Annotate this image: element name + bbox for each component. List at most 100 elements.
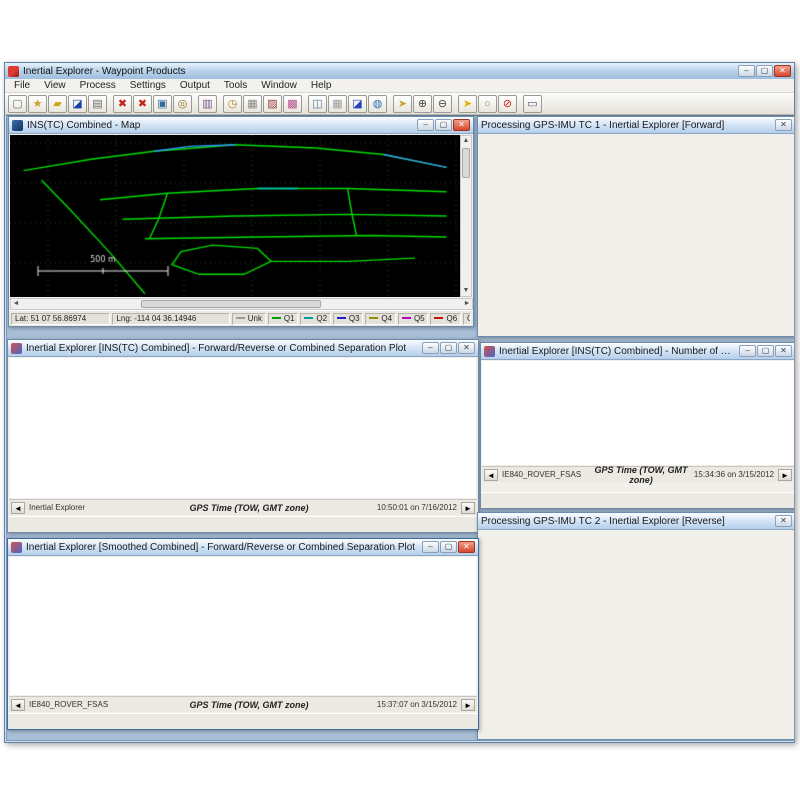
smoothed-plot-canvas[interactable] [10,557,476,695]
quality-q5-toggle[interactable]: Q5 [398,313,429,325]
grid-icon[interactable]: ▦ [328,95,347,113]
new-file-icon[interactable]: ▢ [8,95,27,113]
app-close-button[interactable]: ✕ [774,65,791,77]
sep1-titlebar[interactable]: Inertial Explorer [INS(TC) Combined] - F… [8,340,478,357]
print-icon[interactable]: ▤ [88,95,107,113]
menu-file[interactable]: File [7,80,37,91]
quality-q1-toggle[interactable]: Q1 [268,313,299,325]
tc1-titlebar[interactable]: Processing GPS-IMU TC 1 - Inertial Explo… [478,117,795,134]
map-window-titlebar[interactable]: INS(TC) Combined - Map – ▢ ✕ [9,117,473,134]
sep2-title: Inertial Explorer [Smoothed Combined] - … [26,542,418,553]
tc2-titlebar[interactable]: Processing GPS-IMU TC 2 - Inertial Explo… [478,513,795,530]
sat-status-bar [481,492,795,508]
sep2-close-button[interactable]: ✕ [458,541,475,553]
menu-bar: FileViewProcessSettingsOutputToolsWindow… [5,79,794,93]
sep2-maximize-button[interactable]: ▢ [440,541,457,553]
sep1-maximize-button[interactable]: ▢ [440,342,457,354]
app-window: Inertial Explorer - Waypoint Products – … [4,62,795,743]
next-page-icon[interactable]: ► [778,469,792,481]
quality-unknown-toggle-color-swatch [236,317,245,319]
plot-results-icon[interactable]: ▩ [283,95,302,113]
quality-q4-toggle-color-swatch [369,317,378,319]
menu-window[interactable]: Window [254,80,304,91]
scroll-down-icon[interactable]: ▼ [461,286,471,296]
separation-plot-canvas[interactable] [10,358,476,498]
menu-help[interactable]: Help [304,80,339,91]
map-horizontal-scrollbar[interactable]: ◄ ► [10,298,473,310]
map-window: INS(TC) Combined - Map – ▢ ✕ ▲ ▼ ◄ ► [8,116,474,327]
menu-output[interactable]: Output [173,80,217,91]
search-document-icon[interactable]: ◎ [173,95,192,113]
sep2-window-icon [11,542,22,553]
save-icon[interactable]: ◪ [68,95,87,113]
sep1-status-bar [8,516,478,532]
sat-close-button[interactable]: ✕ [775,345,792,357]
next-page-icon[interactable]: ► [461,502,475,514]
sep1-minimize-button[interactable]: – [422,342,439,354]
map-lat-readout: Lat: 51 07 56.86974 [11,313,110,325]
process-monitor-icon[interactable]: ▣ [153,95,172,113]
quality-q2-toggle[interactable]: Q2 [300,313,331,325]
menu-tools[interactable]: Tools [217,80,254,91]
clock-icon[interactable]: ◷ [223,95,242,113]
app-maximize-button[interactable]: ▢ [756,65,773,77]
globe-icon[interactable]: ◍ [368,95,387,113]
satellites-plot-canvas[interactable] [482,361,794,465]
sep2-titlebar[interactable]: Inertial Explorer [Smoothed Combined] - … [8,539,478,556]
tc1-body [478,134,795,336]
prev-page-icon[interactable]: ◄ [11,502,25,514]
map-lng-readout: Lng: -114 04 36.14946 [112,313,229,325]
pointer-icon[interactable]: ➤ [393,95,412,113]
process-gnss-icon[interactable]: ✖ [113,95,132,113]
menu-view[interactable]: View [37,80,73,91]
image-icon[interactable]: ◫ [308,95,327,113]
select-tool-icon[interactable]: ➤ [458,95,477,113]
map-minimize-button[interactable]: – [417,119,434,131]
tc1-title: Processing GPS-IMU TC 1 - Inertial Explo… [481,120,771,131]
sat-minimize-button[interactable]: – [739,345,756,357]
idea-bulb-icon[interactable]: ○ [478,95,497,113]
map-canvas[interactable] [10,135,460,297]
scroll-left-icon[interactable]: ◄ [11,299,21,309]
map-maximize-button[interactable]: ▢ [435,119,452,131]
new-project-icon[interactable]: ★ [28,95,47,113]
scroll-right-icon[interactable]: ► [462,299,472,309]
window-view-icon[interactable]: ▭ [523,95,542,113]
zoom-out-icon[interactable]: ⊖ [433,95,452,113]
map-vertical-scrollbar[interactable]: ▲ ▼ [460,135,472,297]
sat-xaxis-title: GPS Time (TOW, GMT zone) [592,465,690,485]
app-minimize-button[interactable]: – [738,65,755,77]
map-close-button[interactable]: ✕ [453,119,470,131]
sep2-minimize-button[interactable]: – [422,541,439,553]
map-status-bar: Lat: 51 07 56.86974Lng: -114 04 36.14946… [9,310,473,326]
open-folder-icon[interactable]: ▰ [48,95,67,113]
process-imu-icon[interactable]: ✖ [133,95,152,113]
satellites-plot-window: Inertial Explorer [INS(TC) Combined] - N… [480,342,795,509]
desktop: Inertial Explorer - Waypoint Products – … [0,0,800,800]
app-titlebar[interactable]: Inertial Explorer - Waypoint Products – … [5,63,794,79]
sat-titlebar[interactable]: Inertial Explorer [INS(TC) Combined] - N… [481,343,795,360]
epoch-list-icon[interactable]: ▨ [263,95,282,113]
menu-process[interactable]: Process [73,80,123,91]
zoom-in-icon[interactable]: ⊕ [413,95,432,113]
next-page-icon[interactable]: ► [461,699,475,711]
quality-q4-toggle[interactable]: Q4 [365,313,396,325]
quality-q6-toggle[interactable]: Q6 [430,313,461,325]
prev-page-icon[interactable]: ◄ [11,699,25,711]
scroll-up-icon[interactable]: ▲ [461,136,471,146]
save-all-icon[interactable]: ◪ [348,95,367,113]
tc2-close-button[interactable]: ✕ [775,515,792,527]
sep1-close-button[interactable]: ✕ [458,342,475,354]
quality-unknown-toggle[interactable]: Unk [232,313,266,325]
mdi-workspace: INS(TC) Combined - Map – ▢ ✕ ▲ ▼ ◄ ► [6,115,795,741]
sat-title: Inertial Explorer [INS(TC) Combined] - N… [499,346,735,357]
satellite-lock-icon[interactable]: ▦ [243,95,262,113]
tc1-close-button[interactable]: ✕ [775,119,792,131]
sat-maximize-button[interactable]: ▢ [757,345,774,357]
sat-footer: ◄ IE840_ROVER_FSAS GPS Time (TOW, GMT zo… [482,466,794,482]
export-wizard-icon[interactable]: ▥ [198,95,217,113]
stop-processing-icon[interactable]: ⊘ [498,95,517,113]
menu-settings[interactable]: Settings [123,80,173,91]
prev-page-icon[interactable]: ◄ [484,469,498,481]
quality-q3-toggle[interactable]: Q3 [333,313,364,325]
